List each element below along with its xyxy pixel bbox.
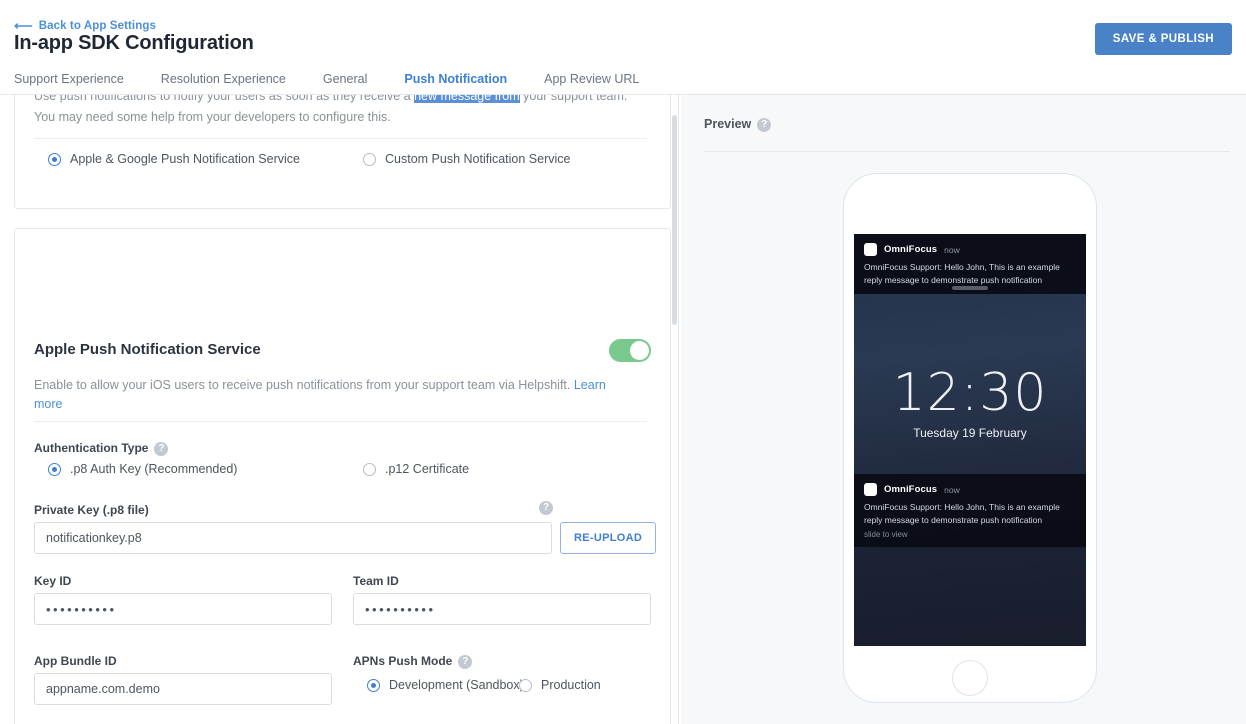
settings-scroll-pane: Use push notifications to notify your us…	[0, 95, 681, 724]
page-body: Use push notifications to notify your us…	[0, 95, 1246, 724]
push-mode-option-development-label[interactable]: Development (Sandbox)	[389, 678, 524, 692]
service-option-custom-label[interactable]: Custom Push Notification Service	[385, 152, 571, 166]
push-intro-text: Use push notifications to notify your us…	[34, 95, 646, 128]
team-id-input[interactable]	[353, 593, 651, 625]
preview-title-text: Preview	[704, 117, 751, 131]
apns-card: Apple Push Notification Service Enable t…	[14, 228, 671, 724]
page-title: In-app SDK Configuration	[14, 32, 254, 55]
phone-mockup: OmniFocus now OmniFocus Support: Hello J…	[843, 173, 1097, 703]
toggle-knob	[630, 341, 649, 360]
lock-screen-clock: 12:30 Tuesday 19 February	[854, 364, 1086, 440]
preview-pane: Preview? OmniFocus now OmniFocus Support…	[682, 95, 1246, 724]
intro-divider	[34, 138, 647, 139]
pane-divider	[678, 95, 679, 724]
auth-type-option-p8[interactable]: .p8 Auth Key (Recommended)	[48, 462, 237, 476]
save-and-publish-button[interactable]: SAVE & PUBLISH	[1095, 23, 1232, 55]
help-circle-icon-preview[interactable]: ?	[757, 118, 771, 132]
app-icon	[864, 243, 877, 256]
notification-time: now	[944, 245, 960, 255]
apns-push-mode-label: APNs Push Mode?	[353, 654, 472, 669]
radio-custom-service[interactable]	[363, 153, 376, 166]
notification-grabber[interactable]	[952, 286, 988, 290]
auth-type-label-text: Authentication Type	[34, 441, 148, 455]
radio-development-sandbox[interactable]	[367, 679, 380, 692]
radio-p12-certificate[interactable]	[363, 463, 376, 476]
radio-apple-google[interactable]	[48, 153, 61, 166]
push-intro-card: Use push notifications to notify your us…	[14, 95, 671, 209]
service-option-custom[interactable]: Custom Push Notification Service	[363, 152, 571, 166]
private-key-input[interactable]	[34, 522, 552, 554]
apns-push-mode-label-text: APNs Push Mode	[353, 654, 452, 668]
service-option-apple-google-label[interactable]: Apple & Google Push Notification Service	[70, 152, 300, 166]
notification-body: OmniFocus Support: Hello John, This is a…	[864, 501, 1076, 526]
key-id-input[interactable]	[34, 593, 332, 625]
notification-app-name: OmniFocus	[884, 244, 937, 255]
phone-lock-screen: OmniFocus now OmniFocus Support: Hello J…	[854, 234, 1086, 646]
private-key-label-text: Private Key (.p8 file)	[34, 503, 149, 517]
intro-line1-pre: Use push notifications to notify your us…	[34, 95, 414, 103]
notification-header: OmniFocus now	[864, 243, 1076, 256]
apns-description-text: Enable to allow your iOS users to receiv…	[34, 378, 570, 392]
back-link-label: Back to App Settings	[39, 20, 156, 32]
notification-app-name: OmniFocus	[884, 484, 937, 495]
help-circle-icon-private-key[interactable]: ?	[539, 501, 553, 515]
notification-banner-top[interactable]: OmniFocus now OmniFocus Support: Hello J…	[854, 234, 1086, 294]
auth-type-option-p12[interactable]: .p12 Certificate	[363, 462, 469, 476]
service-option-apple-google[interactable]: Apple & Google Push Notification Service	[48, 152, 300, 166]
intro-line2: need some help from your developers to c…	[86, 110, 391, 124]
apns-divider-1	[34, 421, 647, 422]
private-key-reupload-button[interactable]: RE-UPLOAD	[560, 522, 656, 554]
notification-banner-locked[interactable]: OmniFocus now OmniFocus Support: Hello J…	[854, 474, 1086, 547]
notification-body: OmniFocus Support: Hello John, This is a…	[864, 261, 1076, 286]
apns-section-title: Apple Push Notification Service	[34, 341, 261, 358]
apns-enable-toggle[interactable]	[609, 339, 651, 362]
app-bundle-id-input[interactable]	[34, 673, 332, 705]
radio-production[interactable]	[519, 679, 532, 692]
preview-title: Preview?	[704, 117, 771, 132]
notification-slide-hint: slide to view	[864, 530, 1076, 539]
help-circle-icon-push-mode[interactable]: ?	[458, 655, 472, 669]
auth-type-label: Authentication Type?	[34, 441, 168, 456]
key-id-label: Key ID	[34, 574, 71, 588]
intro-line1-highlight: new message from	[414, 95, 520, 103]
arrow-left-icon: ⟵	[14, 19, 33, 32]
notification-time: now	[944, 485, 960, 495]
team-id-label: Team ID	[353, 574, 399, 588]
lock-screen-date: Tuesday 19 February	[854, 426, 1086, 440]
phone-home-button	[952, 660, 988, 696]
preview-divider	[704, 151, 1230, 152]
push-mode-option-development[interactable]: Development (Sandbox)	[367, 678, 524, 692]
apns-description: Enable to allow your iOS users to receiv…	[34, 376, 634, 414]
app-bundle-id-label: App Bundle ID	[34, 654, 117, 668]
auth-type-option-p8-label[interactable]: .p8 Auth Key (Recommended)	[70, 462, 237, 476]
lock-screen-time: 12:30	[854, 364, 1086, 422]
app-icon	[864, 483, 877, 496]
auth-type-option-p12-label[interactable]: .p12 Certificate	[385, 462, 469, 476]
page-header: ⟵ Back to App Settings In-app SDK Config…	[0, 0, 1246, 95]
push-mode-option-production[interactable]: Production	[519, 678, 601, 692]
back-to-app-settings-link[interactable]: ⟵ Back to App Settings	[14, 19, 156, 32]
notification-header: OmniFocus now	[864, 483, 1076, 496]
help-circle-icon-auth-type[interactable]: ?	[154, 442, 168, 456]
radio-p8-auth-key[interactable]	[48, 463, 61, 476]
private-key-label: Private Key (.p8 file)	[34, 503, 149, 517]
settings-scrollbar-thumb[interactable]	[672, 115, 677, 325]
push-mode-option-production-label[interactable]: Production	[541, 678, 601, 692]
